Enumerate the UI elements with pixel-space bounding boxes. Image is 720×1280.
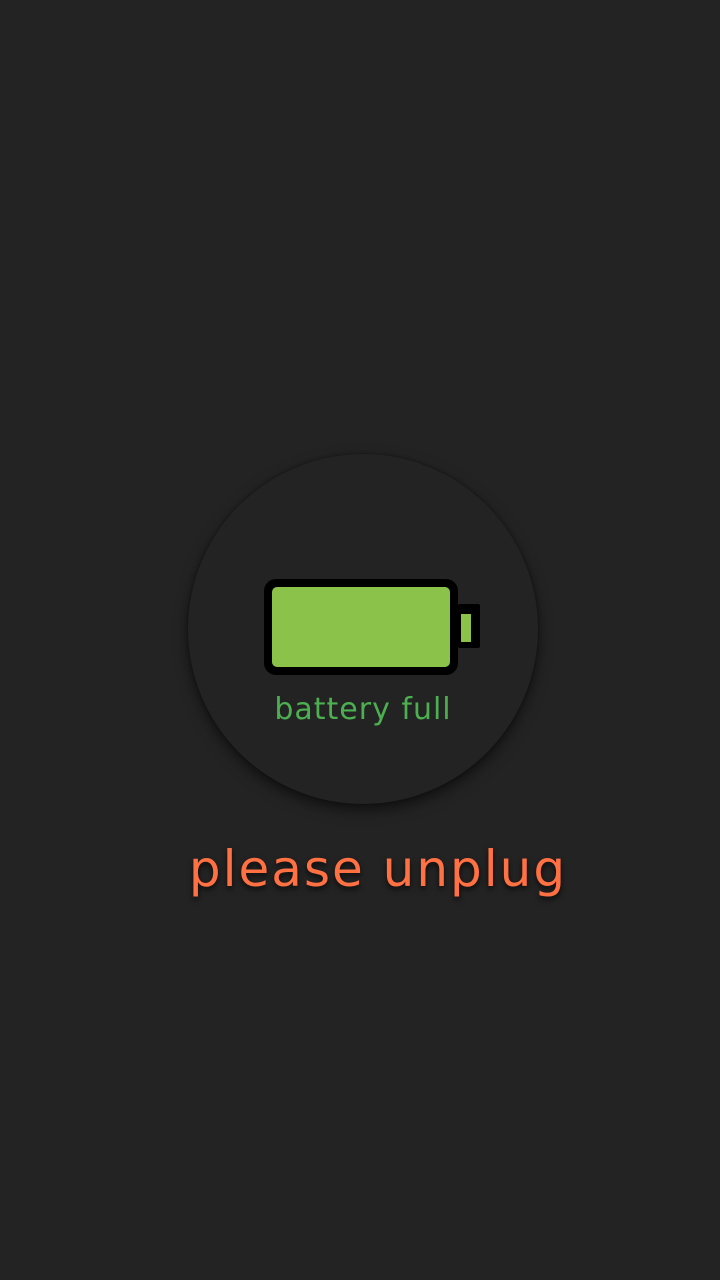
battery-full-icon [261, 576, 483, 680]
battery-full-screen: battery full please unplug [0, 0, 720, 1280]
battery-terminal-fill [461, 614, 471, 642]
battery-fill [272, 587, 450, 667]
battery-status-label: battery full [274, 692, 452, 727]
unplug-message: please unplug [188, 840, 568, 898]
